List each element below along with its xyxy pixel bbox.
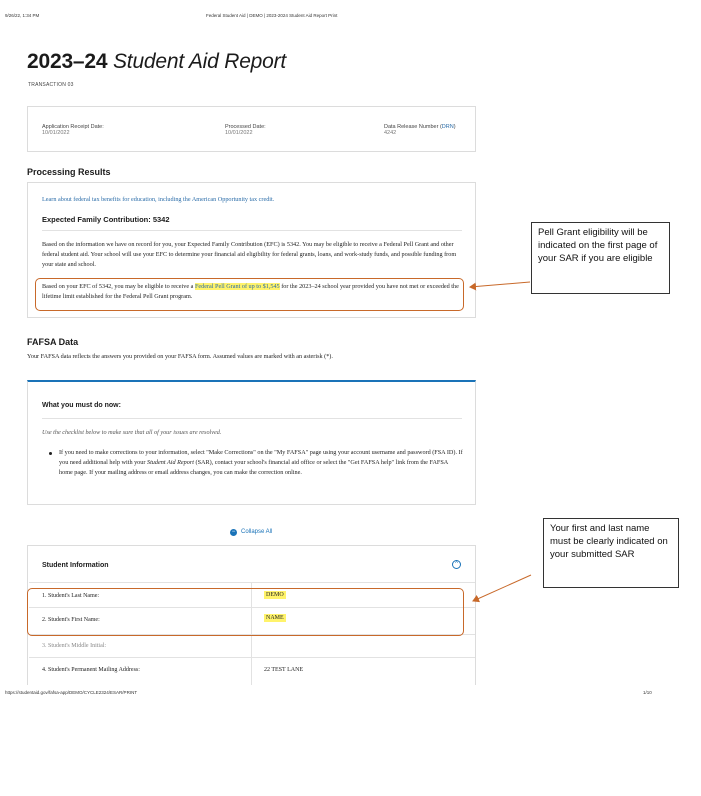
pell-arrow (469, 281, 531, 291)
name-arrow (472, 574, 532, 603)
annotation-arrows (469, 281, 532, 603)
